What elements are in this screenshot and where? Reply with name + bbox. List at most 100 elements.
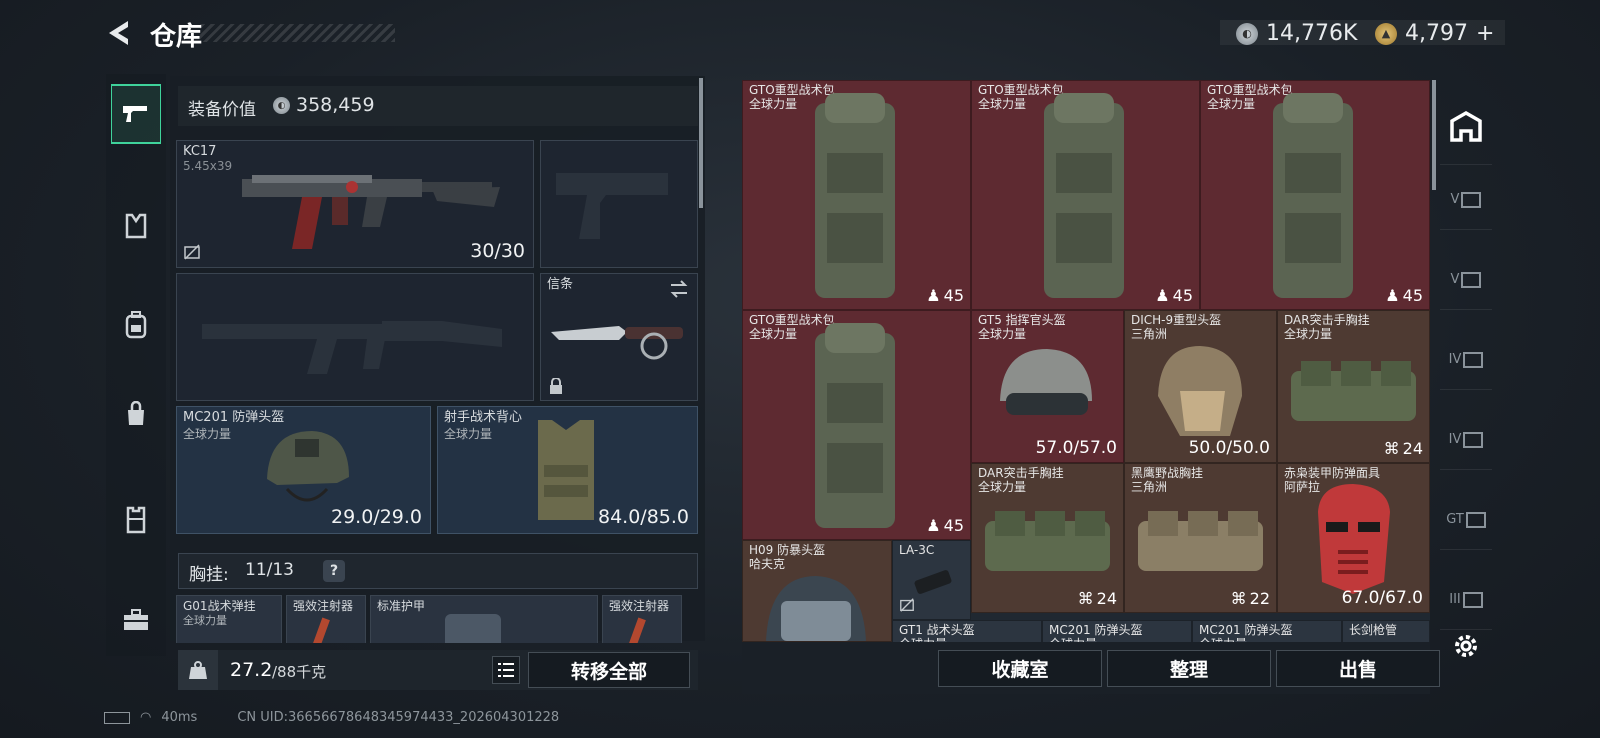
item-name: LA-3C	[899, 543, 935, 557]
item-faction: 全球力量	[978, 97, 1027, 111]
stash-tab-3[interactable]: IV	[1440, 330, 1492, 390]
swap-icon[interactable]	[669, 280, 689, 298]
item-faction: 全球力量	[749, 97, 798, 111]
item-count-value: 45	[943, 516, 964, 535]
stash-item-dar-rig[interactable]: DAR突击手胸挂 全球力量 ⌘ 24	[1277, 310, 1430, 463]
item-name: 长剑枪管	[1349, 623, 1398, 637]
list-view-button[interactable]	[492, 656, 520, 684]
tab-backpack[interactable]	[111, 295, 161, 355]
rig-item-g01[interactable]: G01战术弹挂 全球力量	[176, 595, 282, 643]
item-count: ⌘ 24	[1078, 589, 1117, 608]
transfer-all-button[interactable]: 转移全部	[528, 652, 690, 688]
add-currency-button[interactable]: +	[1476, 21, 1494, 46]
stash-item-dar-rig[interactable]: DAR突击手胸挂 全球力量 ⌘ 24	[971, 463, 1124, 613]
stack-icon: ♟	[926, 286, 941, 305]
item-faction: 三角洲	[1131, 327, 1168, 341]
stash-tab-all[interactable]	[1440, 90, 1492, 165]
help-button[interactable]: ?	[323, 560, 345, 582]
primary-weapon-slot[interactable]: KC17 5.45x39 30/30	[176, 140, 534, 268]
ping-value: 40ms	[161, 710, 198, 725]
organize-button[interactable]: 整理	[1107, 650, 1271, 687]
stash-item-bag[interactable]: GTO重型战术包 全球力量 ♟ 45	[742, 310, 971, 540]
gold-coin-icon: ▲	[1375, 22, 1397, 45]
chest-rig-header[interactable]: 胸挂: 11/13 ?	[178, 553, 698, 589]
stash-tab-2[interactable]: V	[1440, 250, 1492, 310]
stash-item-bag[interactable]: GTO重型战术包 全球力量 ♟ 45	[971, 80, 1200, 310]
helmet-faction: 全球力量	[183, 427, 232, 441]
pistol-icon	[123, 106, 147, 122]
pistol-slot-empty[interactable]	[540, 140, 698, 268]
helmet-icon	[766, 576, 866, 641]
stash-tab-4[interactable]: IV	[1440, 410, 1492, 470]
lock-icon	[550, 378, 562, 394]
rig-item-armor[interactable]: 标准护甲	[370, 595, 598, 643]
item-count-value: 45	[1402, 286, 1423, 305]
tab-armor[interactable]	[111, 490, 161, 550]
page-title: 仓库	[150, 22, 203, 52]
item-faction: 全球力量	[1207, 97, 1256, 111]
item-count-value: 22	[1249, 589, 1270, 608]
armor-plate-icon	[445, 614, 501, 643]
currency-gold[interactable]: ▲ 4,797 +	[1375, 21, 1494, 46]
case-icon	[124, 609, 148, 630]
chest-rig-icon	[125, 213, 147, 239]
item-faction: 三角洲	[1131, 480, 1168, 494]
melee-slot[interactable]: 信条	[540, 273, 698, 401]
rig-item-name: 强效注射器	[293, 599, 354, 613]
stash-item-heiying-rig[interactable]: 黑鹰野战胸挂 三角洲 ⌘ 22	[1124, 463, 1277, 613]
settings-button[interactable]	[1440, 625, 1492, 667]
chest-rig-label: 胸挂:	[189, 565, 229, 585]
item-count-value: 24	[1096, 589, 1117, 608]
stash-item-h09-helmet[interactable]: H09 防暴头盔 哈夫克	[742, 540, 892, 642]
rig-item-injector-1[interactable]: 强效注射器	[286, 595, 366, 643]
stash-item-bag[interactable]: GTO重型战术包 全球力量 ♟ 45	[742, 80, 971, 310]
collection-room-button[interactable]: 收藏室	[938, 650, 1102, 687]
stash-item-dich-helmet[interactable]: DICH-9重型头盔 三角洲 50.0/50.0	[1124, 310, 1277, 463]
vest-icon	[538, 420, 594, 520]
backpack-icon	[125, 311, 147, 339]
gold-amount: 4,797	[1405, 21, 1468, 46]
helmet-icon	[1000, 349, 1092, 415]
stash-tab-level: III	[1449, 592, 1461, 607]
stash-tab-1[interactable]: V	[1440, 170, 1492, 230]
item-count-value: 45	[943, 286, 964, 305]
stash-grid: GTO重型战术包 全球力量 ♟ 45 GTO重型战术包 全球力量 ♟ 45 GTO重…	[742, 80, 1430, 680]
container-icon	[1461, 271, 1482, 288]
laser-module-icon	[913, 569, 953, 595]
item-name: H09 防暴头盔	[749, 543, 826, 557]
stash-scrollbar[interactable]	[1432, 80, 1436, 190]
item-name: GT1 战术头盔	[899, 623, 975, 637]
item-name: MC201 防弹头盔	[1049, 623, 1143, 637]
stash-item-gt5-helmet[interactable]: GT5 指挥官头盔 全球力量 57.0/57.0	[971, 310, 1124, 463]
stash-item-mask[interactable]: 赤枭装甲防弹面具 阿萨拉 67.0/67.0	[1277, 463, 1430, 613]
tab-weapons[interactable]	[111, 84, 161, 144]
helmet-slot[interactable]: MC201 防弹头盔 全球力量 29.0/29.0	[176, 406, 431, 534]
rig-item-injector-2[interactable]: 强效注射器	[602, 595, 682, 643]
rifle-icon	[242, 175, 500, 249]
loadout-scrollbar[interactable]	[699, 78, 703, 208]
stash-item-bag[interactable]: GTO重型战术包 全球力量 ♟ 45	[1200, 80, 1430, 310]
secondary-weapon-slot-empty[interactable]	[176, 273, 534, 401]
stash-tab-6[interactable]: III	[1440, 570, 1492, 630]
list-icon	[498, 663, 514, 677]
battery-icon	[104, 711, 130, 724]
item-faction: 全球力量	[978, 327, 1027, 341]
stash-item-la3c[interactable]: LA-3C	[892, 540, 971, 620]
vest-durability: 84.0/85.0	[597, 506, 689, 528]
stack-icon: ♟	[1155, 286, 1170, 305]
tab-bag[interactable]	[111, 384, 161, 444]
no-attachment-icon	[184, 244, 200, 260]
backpack-icon	[1273, 93, 1353, 298]
item-count-value: 45	[1172, 286, 1193, 305]
stack-icon: ♟	[926, 516, 941, 535]
sell-button[interactable]: 出售	[1276, 650, 1440, 687]
back-arrow-icon[interactable]	[104, 18, 134, 48]
tab-case[interactable]	[111, 590, 161, 650]
stash-tab-5[interactable]: GT	[1440, 490, 1492, 550]
item-count: ♟ 45	[1385, 286, 1423, 305]
container-icon	[1465, 511, 1486, 528]
tab-chest-rig[interactable]	[111, 196, 161, 256]
vest-slot[interactable]: 射手战术背心 全球力量 84.0/85.0	[437, 406, 698, 534]
item-durability: 50.0/50.0	[1188, 438, 1270, 458]
rig-item-name: 强效注射器	[609, 599, 670, 613]
